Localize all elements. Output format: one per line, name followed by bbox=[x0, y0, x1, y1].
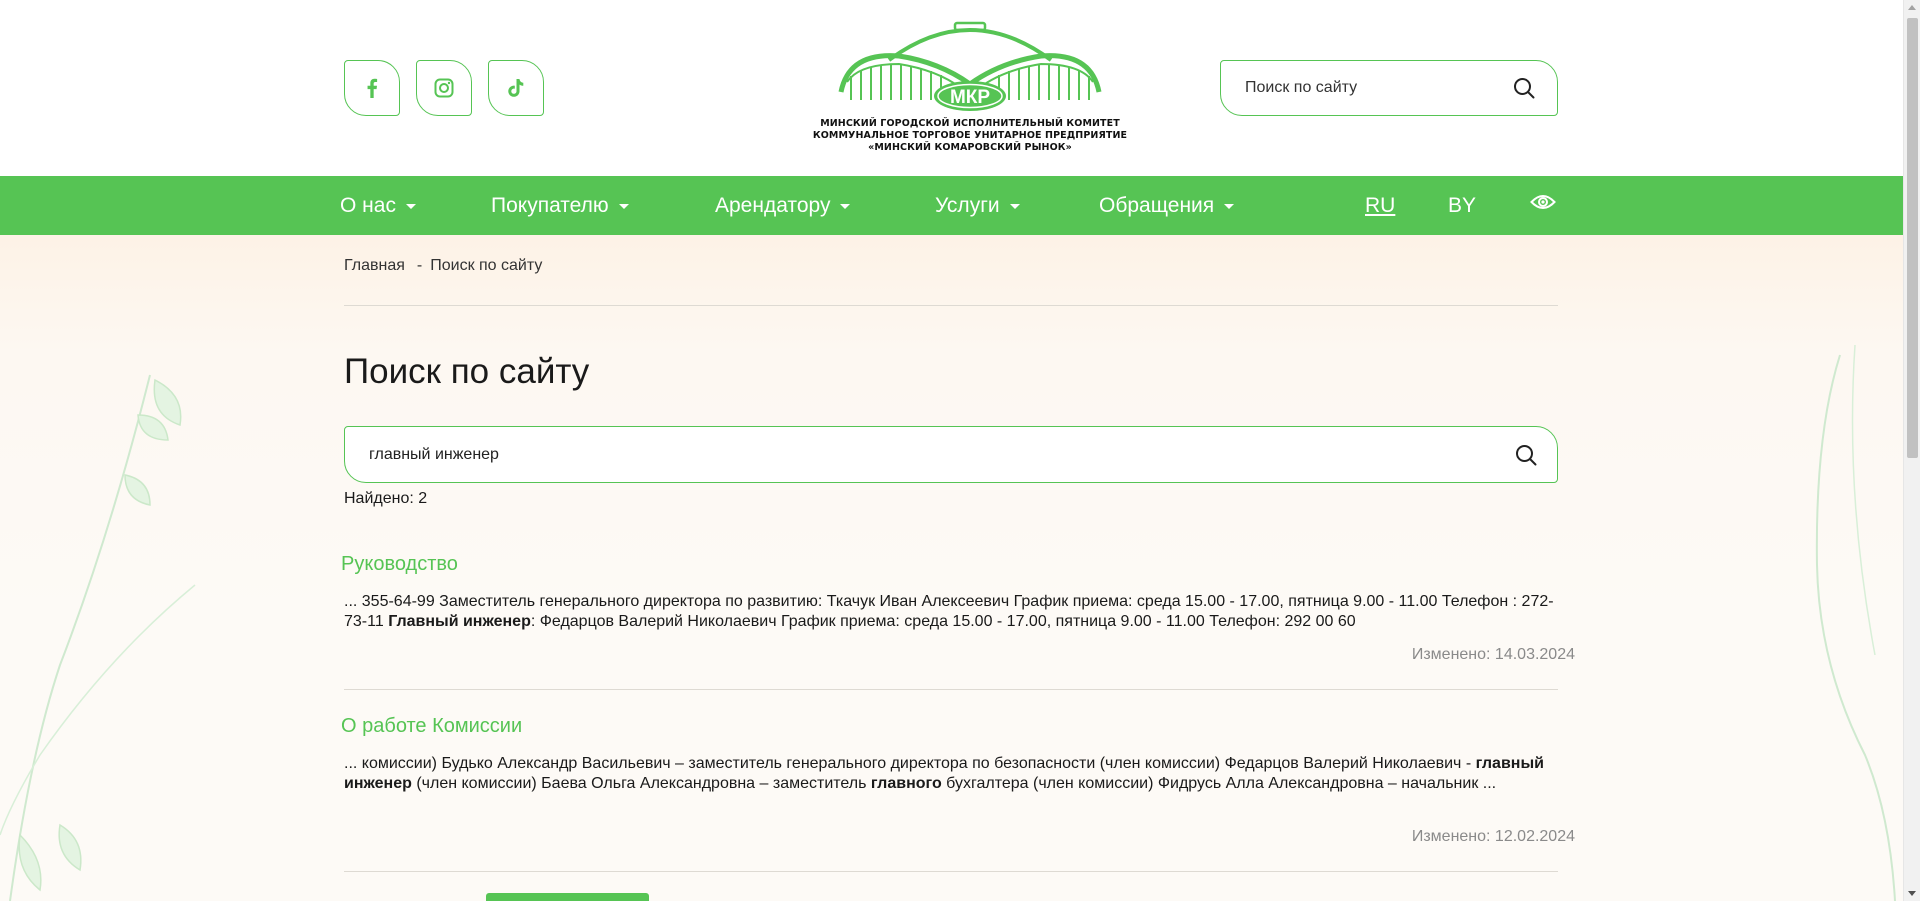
lang-ru[interactable]: RU bbox=[1365, 176, 1395, 235]
result-snippet: ... 355-64-99 Заместитель генерального д… bbox=[344, 592, 1558, 631]
result-changed-date: Изменено: 14.03.2024 bbox=[1411, 646, 1575, 663]
scroll-up-arrow-icon[interactable] bbox=[1908, 5, 1916, 10]
pagination-button[interactable] bbox=[486, 893, 649, 901]
divider bbox=[344, 689, 1558, 690]
nav-item-tenant[interactable]: Арендатору bbox=[715, 176, 851, 235]
snippet-highlight: главного bbox=[870, 774, 942, 792]
lang-by[interactable]: BY bbox=[1448, 176, 1476, 235]
nav-item-label: Услуги bbox=[935, 193, 1000, 217]
caret-down-icon bbox=[405, 204, 416, 209]
logo-badge-text: МКР bbox=[950, 87, 990, 108]
instagram-icon bbox=[434, 78, 454, 98]
eye-icon[interactable] bbox=[1530, 193, 1556, 211]
site-logo[interactable]: МКР МИНСКИЙ ГОРОДСКОЙ ИСПОЛНИТЕЛЬНЫЙ КОМ… bbox=[805, 20, 1135, 160]
scroll-down-arrow-icon[interactable] bbox=[1908, 891, 1916, 896]
scrollbar-thumb[interactable] bbox=[1907, 18, 1918, 458]
nav-item-label: Покупателю bbox=[491, 193, 609, 217]
decorative-branch-right-icon bbox=[1815, 344, 1896, 901]
result-changed-date: Изменено: 12.02.2024 bbox=[1411, 828, 1575, 845]
decorative-branch-left-icon bbox=[0, 374, 196, 901]
caret-down-icon bbox=[1009, 204, 1020, 209]
nav-item-label: Обращения bbox=[1099, 193, 1215, 217]
search-icon[interactable] bbox=[1513, 77, 1535, 99]
search-icon[interactable] bbox=[1515, 444, 1537, 466]
snippet-text: (член комиссии) Баева Ольга Александровн… bbox=[411, 774, 871, 792]
facebook-icon bbox=[367, 78, 378, 98]
nav-item-about[interactable]: О нас bbox=[340, 176, 416, 235]
instagram-link[interactable] bbox=[416, 60, 472, 116]
divider bbox=[344, 871, 1558, 872]
main-nav: О нас Покупателю Арендатору Услуги Обращ… bbox=[0, 176, 1903, 235]
result-snippet: ... комиссии) Будько Александр Васильеви… bbox=[344, 754, 1558, 793]
breadcrumb-separator: - bbox=[416, 257, 423, 274]
content-background bbox=[0, 235, 1903, 901]
nav-item-label: Арендатору bbox=[715, 193, 831, 217]
breadcrumb-current: Поиск по сайту bbox=[430, 257, 543, 274]
nav-item-appeals[interactable]: Обращения bbox=[1099, 176, 1235, 235]
vertical-scrollbar[interactable] bbox=[1903, 0, 1920, 901]
main-search-input[interactable] bbox=[369, 445, 1515, 464]
tiktok-link[interactable] bbox=[488, 60, 544, 116]
caret-down-icon bbox=[618, 204, 629, 209]
caret-down-icon bbox=[840, 204, 851, 209]
caret-down-icon bbox=[1224, 204, 1235, 209]
snippet-text: ... комиссии) Будько Александр Васильеви… bbox=[344, 755, 1476, 772]
header-search-box bbox=[1220, 60, 1558, 116]
page-title: Поиск по сайту bbox=[344, 352, 590, 391]
main-search-box bbox=[344, 426, 1558, 483]
result-title-link[interactable]: Руководство bbox=[341, 553, 458, 576]
facebook-link[interactable] bbox=[344, 60, 400, 116]
market-logo-icon: МКР bbox=[838, 21, 1102, 111]
nav-item-buyer[interactable]: Покупателю bbox=[491, 176, 629, 235]
logo-line-2: КОММУНАЛЬНОЕ ТОРГОВОЕ УНИТАРНОЕ ПРЕДПРИЯ… bbox=[812, 130, 1128, 141]
breadcrumb-home[interactable]: Главная bbox=[344, 257, 405, 274]
divider bbox=[344, 305, 1558, 306]
snippet-text: бухгалтера (член комиссии) Фидрусь Алла … bbox=[941, 774, 1497, 792]
logo-line-3: «МИНСКИЙ КОМАРОВСКИЙ РЫНОК» bbox=[868, 142, 1072, 153]
tiktok-icon bbox=[508, 79, 524, 97]
snippet-text: : Федарцов Валерий Николаевич График при… bbox=[530, 612, 1356, 630]
header-search-input[interactable] bbox=[1245, 79, 1513, 97]
nav-item-label: О нас bbox=[340, 193, 396, 217]
breadcrumb: Главная - Поиск по сайту bbox=[344, 257, 550, 275]
results-count: Найдено: 2 bbox=[344, 490, 428, 507]
result-title-link[interactable]: О работе Комиссии bbox=[341, 715, 522, 738]
logo-line-1: МИНСКИЙ ГОРОДСКОЙ ИСПОЛНИТЕЛЬНЫЙ КОМИТЕТ bbox=[820, 118, 1120, 129]
nav-item-services[interactable]: Услуги bbox=[935, 176, 1020, 235]
site-header: МКР МИНСКИЙ ГОРОДСКОЙ ИСПОЛНИТЕЛЬНЫЙ КОМ… bbox=[0, 0, 1903, 176]
snippet-highlight: Главный инженер bbox=[388, 612, 531, 630]
